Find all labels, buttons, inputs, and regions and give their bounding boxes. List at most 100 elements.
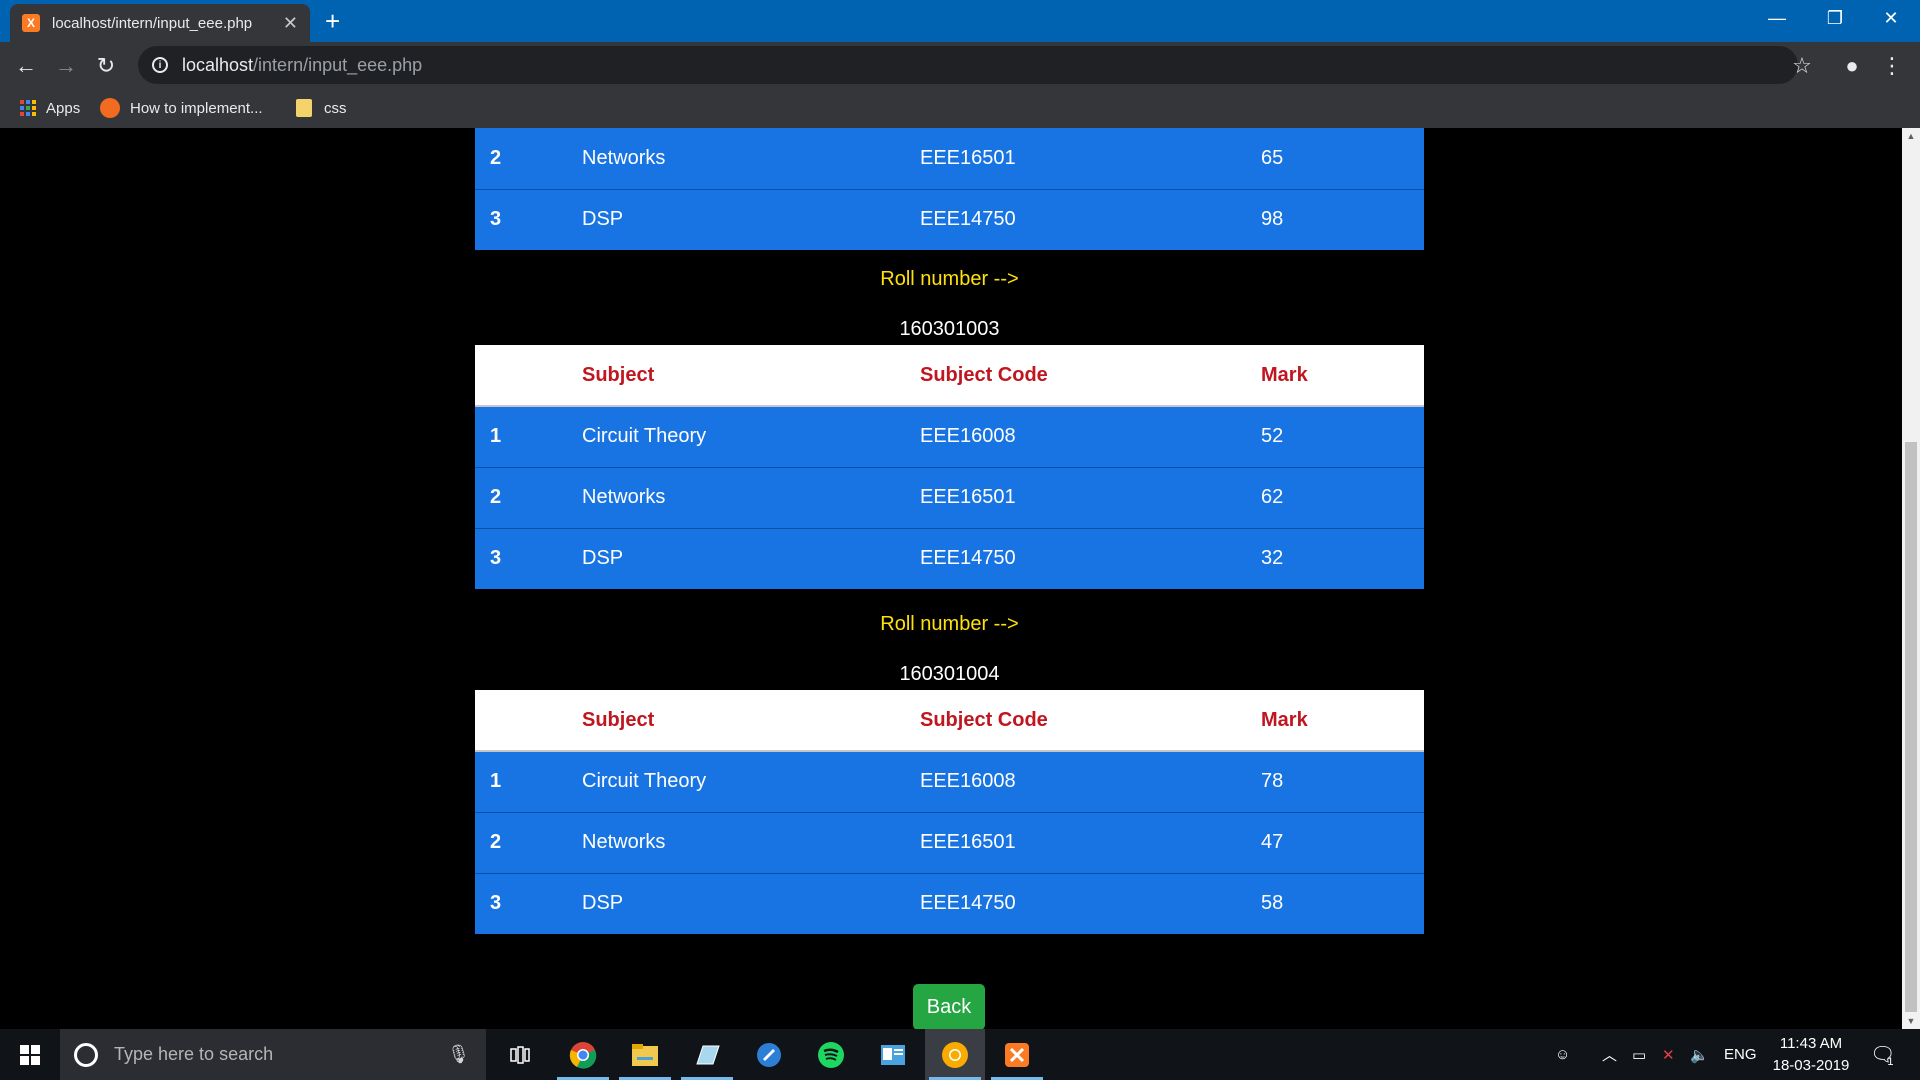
header-subject-code: Subject Code — [920, 345, 1261, 407]
roll-number-label: Roll number --> — [880, 613, 1019, 635]
new-tab-button[interactable]: + — [325, 6, 340, 36]
subject-cell: DSP — [582, 547, 624, 570]
taskbar-search[interactable]: Type here to search 🎙 — [60, 1029, 486, 1080]
file-explorer-icon[interactable] — [615, 1029, 675, 1080]
apps-grid-icon — [20, 100, 36, 116]
app-blue-icon[interactable] — [739, 1029, 799, 1080]
row-number: 3 — [490, 547, 502, 570]
folder-icon — [296, 99, 312, 117]
xampp-favicon-icon: X — [22, 14, 40, 32]
profile-icon[interactable]: ● — [1836, 50, 1868, 82]
volume-icon[interactable]: 🔈 — [1690, 1029, 1709, 1080]
title-bar: X localhost/intern/input_eee.php ✕ + — ❐… — [0, 0, 1920, 42]
action-center-icon[interactable]: 🗨 1 — [1870, 1029, 1895, 1080]
scroll-down-icon[interactable]: ▼ — [1902, 1013, 1920, 1029]
row-number: 3 — [490, 892, 502, 915]
bookmark-apps[interactable]: Apps — [20, 96, 80, 120]
reload-icon[interactable]: ↻ — [90, 50, 122, 82]
mark-cell: 62 — [1261, 486, 1284, 508]
subject-cell: DSP — [582, 892, 624, 915]
header-subject-code: Subject Code — [920, 690, 1261, 752]
subject-cell: Circuit Theory — [582, 770, 707, 793]
roll-number-value: 160301004 — [899, 663, 1000, 685]
back-button[interactable]: Back — [913, 984, 985, 1029]
marks-table: 2 Networks EEE16501 65 3 DSP EEE14750 98 — [475, 128, 1424, 250]
header-subject: Subject — [582, 690, 920, 752]
people-icon[interactable]: ☺ — [1555, 1029, 1570, 1080]
mark-cell: 98 — [1261, 208, 1284, 231]
restore-button[interactable]: ❐ — [1806, 0, 1864, 36]
outlook-icon[interactable] — [863, 1029, 923, 1080]
table-row: 3 DSP EEE14750 32 — [475, 528, 1424, 589]
browser-toolbar: ← → ↻ i localhost/intern/input_eee.php ☆… — [0, 42, 1920, 88]
bookmark-label: Apps — [46, 99, 81, 117]
bookmark-css[interactable]: css — [296, 96, 347, 120]
subject-cell: Circuit Theory — [582, 425, 707, 448]
forward-arrow-icon[interactable]: → — [50, 50, 82, 82]
marks-table: Subject Subject Code Mark 1 Circuit Theo… — [475, 345, 1424, 589]
row-number: 1 — [490, 770, 502, 793]
header-mark: Mark — [1261, 345, 1424, 407]
back-arrow-icon[interactable]: ← — [10, 50, 42, 82]
xampp-icon[interactable] — [987, 1029, 1047, 1080]
clock-date: 18-03-2019 — [1772, 1057, 1850, 1074]
subject-code-cell: EEE14750 — [920, 547, 1016, 570]
marks-table: Subject Subject Code Mark 1 Circuit Theo… — [475, 690, 1424, 934]
table-row: 3 DSP EEE14750 58 — [475, 873, 1424, 934]
address-bar[interactable]: i localhost/intern/input_eee.php — [138, 46, 1798, 84]
taskbar-clock[interactable]: 11:43 AM 18-03-2019 — [1768, 1033, 1854, 1077]
subject-code-cell: EEE16501 — [920, 146, 1016, 169]
notification-count: 1 — [1887, 1055, 1894, 1068]
roll-number-value: 160301003 — [899, 318, 1000, 340]
url-path: /intern/input_eee.php — [253, 54, 423, 75]
subject-code-cell: EEE16501 — [920, 486, 1016, 508]
start-button[interactable] — [0, 1029, 60, 1080]
table-row: 2 Networks EEE16501 65 — [475, 128, 1424, 189]
notepad-icon[interactable] — [677, 1029, 737, 1080]
header-no — [475, 690, 582, 752]
battery-icon[interactable]: ▭ — [1632, 1029, 1646, 1080]
table-row: 1 Circuit Theory EEE16008 78 — [475, 751, 1424, 812]
table-row: 3 DSP EEE14750 98 — [475, 189, 1424, 250]
site-info-icon[interactable]: i — [152, 57, 168, 73]
site-favicon-icon — [100, 98, 120, 118]
bookmark-star-icon[interactable]: ☆ — [1786, 50, 1818, 82]
windows-logo-icon — [20, 1044, 40, 1065]
chrome-canary-icon[interactable] — [925, 1029, 985, 1080]
table-row: 1 Circuit Theory EEE16008 52 — [475, 406, 1424, 467]
browser-tab[interactable]: X localhost/intern/input_eee.php ✕ — [10, 4, 310, 42]
input-language[interactable]: ENG — [1724, 1029, 1757, 1080]
chrome-icon[interactable] — [553, 1029, 613, 1080]
cortana-icon — [74, 1042, 98, 1067]
page-viewport: 2 Networks EEE16501 65 3 DSP EEE14750 98… — [0, 128, 1902, 1029]
bookmark-label: css — [324, 99, 347, 117]
search-placeholder: Type here to search — [114, 1044, 274, 1064]
task-view-icon[interactable] — [490, 1029, 550, 1080]
subject-code-cell: EEE14750 — [920, 892, 1016, 915]
header-mark: Mark — [1261, 690, 1424, 752]
scrollbar-thumb[interactable] — [1905, 442, 1917, 1012]
mark-cell: 52 — [1261, 425, 1284, 448]
row-number: 1 — [490, 425, 502, 448]
microphone-icon[interactable]: 🎙 — [447, 1044, 470, 1065]
subject-cell: DSP — [582, 208, 624, 231]
row-number: 2 — [490, 486, 502, 508]
menu-icon[interactable]: ⋮ — [1876, 50, 1908, 82]
mark-cell: 58 — [1261, 892, 1284, 915]
scroll-up-icon[interactable]: ▲ — [1902, 128, 1920, 144]
bookmark-how-to-implement[interactable]: How to implement... — [100, 96, 263, 120]
row-number: 3 — [490, 208, 502, 231]
subject-code-cell: EEE14750 — [920, 208, 1016, 231]
show-hidden-icons-icon[interactable]: ︿ — [1602, 1029, 1617, 1080]
close-window-button[interactable]: ✕ — [1862, 0, 1920, 36]
spotify-icon[interactable] — [801, 1029, 861, 1080]
tab-close-icon[interactable]: ✕ — [283, 13, 298, 34]
mark-cell: 78 — [1261, 770, 1284, 793]
page-scrollbar[interactable]: ▲ ▼ — [1902, 128, 1920, 1029]
windows-taskbar: Type here to search 🎙 ☺ ︿ ▭ ✕ 🔈 ENG 11:4… — [0, 1029, 1920, 1080]
minimize-button[interactable]: — — [1748, 0, 1806, 36]
header-no — [475, 345, 582, 407]
mark-cell: 32 — [1261, 547, 1284, 570]
subject-code-cell: EEE16008 — [920, 425, 1016, 448]
network-icon[interactable]: ✕ — [1662, 1029, 1675, 1080]
